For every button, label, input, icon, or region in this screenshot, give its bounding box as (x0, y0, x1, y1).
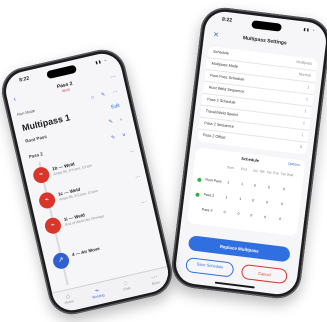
edit-link[interactable]: Edit (111, 103, 121, 111)
setting-key: Multipass Mode (211, 61, 239, 69)
ellipsis-icon[interactable]: ⋯ (109, 73, 117, 81)
setting-key: Root Weld Sequence (208, 85, 245, 94)
ellipsis-icon[interactable]: ⋯ (135, 174, 141, 181)
save-schedule-button[interactable]: Save Schedule (185, 256, 235, 278)
setting-key: Schedule (212, 49, 230, 56)
weld-label: 4 — Air Move (71, 245, 101, 258)
cell: 0 (280, 202, 284, 207)
cell: 0 (264, 215, 267, 220)
setting-key: Travel/Weld Speed (205, 109, 238, 118)
setting-key: Pass 2 Offset (202, 133, 226, 140)
dynamic-island (251, 20, 282, 32)
tab-chat[interactable]: ◌ Chat (110, 277, 141, 294)
mode-label: Run Mode (16, 107, 36, 117)
cell: 0 (265, 200, 269, 205)
setting-value: Normal (298, 72, 312, 78)
status-time: 8:22 (221, 16, 233, 24)
tab-home[interactable]: ⌂ Home (53, 290, 84, 307)
row-name: Root Pass (205, 177, 222, 184)
section-actions-icon[interactable]: ✎ › (108, 116, 125, 126)
cell: 0 (237, 211, 240, 217)
cell: 0 (253, 183, 257, 188)
schedule-card: Schedule Options Start End Ind. Tab Ind.… (187, 147, 306, 237)
setting-value: Multipass (296, 59, 313, 66)
section-label: Root Pass (24, 133, 48, 144)
status-icons: ▮▮ ◔ (303, 26, 316, 33)
setting-value: 1 (301, 133, 304, 138)
cell: 0 (223, 210, 226, 215)
air-move-icon: ↗ (51, 251, 71, 271)
cell: 0 (278, 216, 282, 222)
column-header: End (240, 166, 248, 172)
phone-left-screen: 8:22 ▮▮ ◔ ‹ Pass 2 Weld ⋯ Run Mode ⌂ ✎ ⋯… (2, 49, 172, 315)
cell: 1 (240, 182, 244, 187)
status-dot-icon (195, 192, 200, 198)
home-indicator (214, 281, 255, 289)
cell: 0 (250, 213, 253, 218)
cell: 1 (239, 196, 242, 202)
cell: 0 (267, 185, 271, 190)
cancel-button[interactable]: Cancel (240, 263, 289, 285)
cell: 0 (251, 198, 255, 203)
list-item[interactable]: ↗ 4 — Air Move (51, 230, 156, 271)
setting-value: 1 (307, 85, 310, 90)
setting-value: 1 (305, 97, 309, 102)
section-label: Pass 2 (28, 151, 44, 160)
column-header: Ind. Tab (252, 168, 265, 174)
toolbar-icons[interactable]: ⌂ ✎ ⋯ (91, 88, 122, 101)
cell: 1 (227, 180, 230, 185)
phone-left: 8:22 ▮▮ ◔ ‹ Pass 2 Weld ⋯ Run Mode ⌂ ✎ ⋯… (0, 45, 177, 319)
status-icons: ▮▮ ◔ (94, 57, 108, 65)
setting-key: Pass 2 Sequence (204, 121, 235, 129)
status-dot-icon (197, 177, 202, 183)
tab-bar: ⌂ Home ⌁ Welding ◌ Chat ⋯ More (52, 266, 172, 315)
setting-value: 1 (304, 109, 307, 114)
setting-key: Root Pass Schedule (209, 73, 245, 82)
row-name: Pass 2 (203, 192, 215, 198)
setting-key: Pass 2 Schedule (206, 97, 236, 105)
settings-list: Schedule Multipass Multipass Mode Normal… (197, 46, 318, 155)
phone-right-screen: 8:22 ▮▮ ◔ ✕ Multipass Settings Schedule … (173, 9, 327, 297)
status-time: 8:22 (18, 75, 30, 84)
row-name: Pass 3 (201, 207, 213, 213)
ellipsis-icon[interactable]: ⋯ (129, 149, 135, 156)
cell: 0 (282, 187, 286, 192)
ellipsis-icon[interactable]: ⋯ (141, 199, 147, 206)
tab-more[interactable]: ⋯ More (139, 270, 170, 288)
tab-welding[interactable]: ⌁ Welding (82, 283, 113, 301)
column-header: Ind. Exp (266, 170, 280, 176)
setting-value: 1 (302, 121, 306, 126)
phone-right: 8:22 ▮▮ ◔ ✕ Multipass Settings Schedule … (169, 5, 327, 301)
column-header: Start (226, 165, 235, 171)
section-actions-icon[interactable]: ✎ ˅ (111, 132, 129, 142)
cell: 1 (225, 195, 228, 200)
setting-value: 0 (299, 144, 303, 150)
dynamic-island (46, 64, 78, 80)
weld-torch-icon: ⌁ (37, 190, 57, 211)
weld-torch-icon: ⌁ (31, 165, 51, 185)
stage: 8:22 ▮▮ ◔ ‹ Pass 2 Weld ⋯ Run Mode ⌂ ✎ ⋯… (0, 0, 327, 322)
weld-torch-icon: ⌁ (43, 216, 63, 236)
column-header: Tab Wait (280, 171, 294, 178)
